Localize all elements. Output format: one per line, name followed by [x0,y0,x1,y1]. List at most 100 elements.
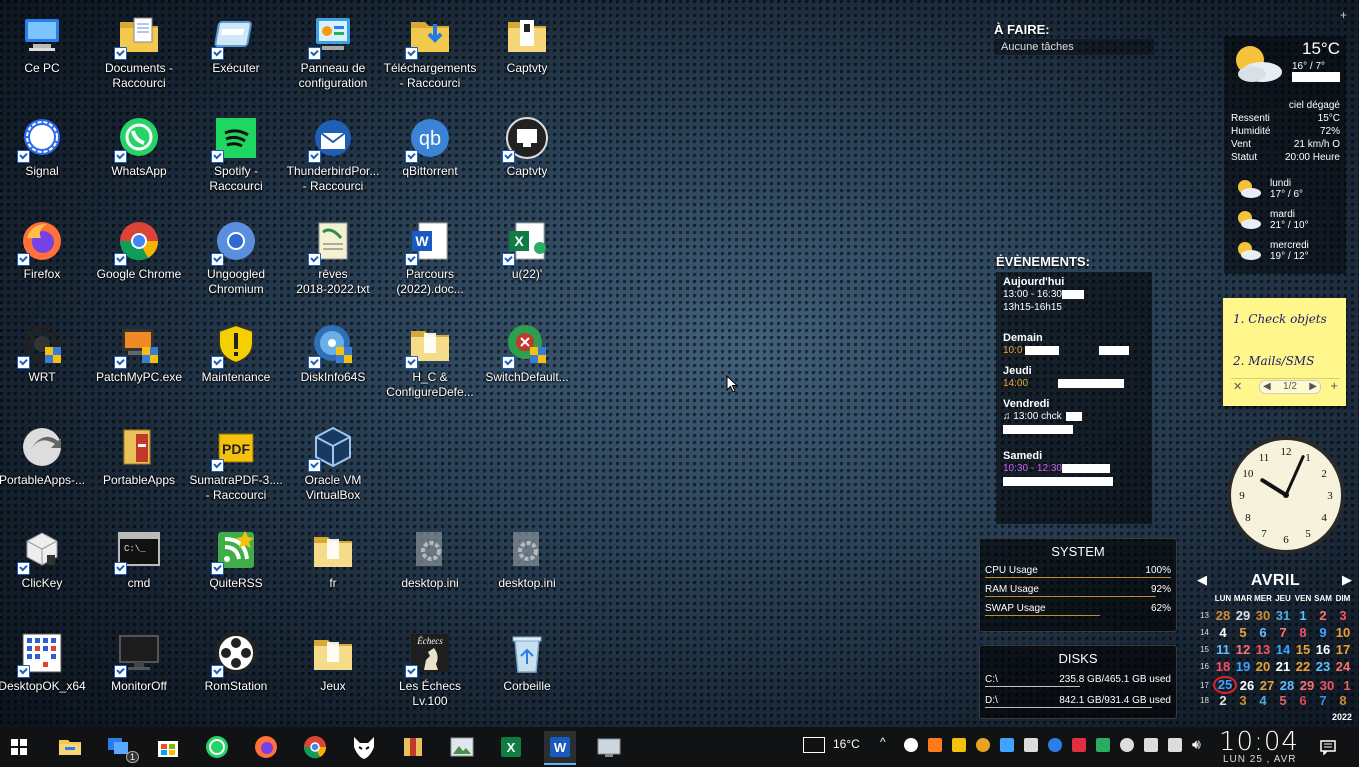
desktop-icon-cmd[interactable]: C:\_ cmd [91,521,187,621]
calendar-day[interactable]: 2 [1313,608,1333,623]
calendar-day[interactable]: 8 [1293,625,1313,640]
taskbar-clock-time[interactable]: 10:04 [1219,727,1299,757]
calendar-day[interactable]: 1 [1337,678,1357,693]
calendar-day[interactable]: 28 [1277,678,1297,693]
desktop-icon-quiterss[interactable]: QuiteRSS [188,521,284,621]
desktop-icon-recycle-bin[interactable]: Corbeille [479,624,575,724]
remote-desktop-icon[interactable] [593,731,625,763]
calendar-day[interactable]: 13 [1253,642,1273,657]
desktop-icon-downloads-folder[interactable]: Téléchargements - Raccourci [382,6,478,106]
desktop-icon-qbittorrent[interactable]: qb qBittorrent [382,109,478,209]
calendar-day[interactable]: 9 [1313,625,1333,640]
firefox-icon[interactable] [250,731,282,763]
calendar-day[interactable]: 21 [1273,659,1293,674]
close-icon[interactable]: ✕ [1233,380,1242,393]
battery-icon[interactable] [1144,738,1158,752]
desktop-icon-spotify[interactable]: Spotify - Raccourci [188,109,284,209]
grid-app-icon[interactable] [1000,738,1014,752]
news-weather-icon[interactable] [803,737,825,753]
calendar-today[interactable]: 25 [1213,676,1237,694]
calendar-day[interactable]: 24 [1333,659,1353,674]
event-line[interactable]: 13:00 - 16:30 [1003,288,1145,301]
desktop-icon-text-file[interactable]: rêves 2018-2022.txt [285,212,381,312]
shield-yellow-icon[interactable] [952,738,966,752]
word-icon[interactable]: W [544,731,576,765]
previous-icon[interactable]: ◀ [1263,381,1271,392]
add-note-icon[interactable]: + [1330,378,1338,393]
notification-center-icon[interactable] [1320,739,1336,755]
calendar-day[interactable]: 19 [1233,659,1253,674]
calendar-day[interactable]: 6 [1293,693,1313,708]
calendar-day[interactable]: 18 [1213,659,1233,674]
desktop-icon-ini-file[interactable]: desktop.ini [382,521,478,621]
event-line[interactable]: ♫ 13:00 chck [1003,410,1145,423]
network-sync-icon[interactable] [1096,738,1110,752]
desktop-icon-excel-document[interactable]: Xu(22)' [479,212,575,312]
desktop-icon-whatsapp[interactable]: WhatsApp [91,109,187,209]
chevron-up-icon[interactable]: ^ [880,735,886,749]
calendar-day[interactable]: 16 [1313,642,1333,657]
next-month-arrow-icon[interactable]: ▶ [1342,572,1352,588]
event-line[interactable]: 10:0 10 h [1003,344,1145,357]
fire-icon[interactable] [928,738,942,752]
desktop-icon-romstation[interactable]: RomStation [188,624,284,724]
calendar-day[interactable]: 17 [1333,642,1353,657]
calendar-day[interactable]: 14 [1273,642,1293,657]
desktop-icon-folder[interactable]: fr [285,521,381,621]
calendar-day[interactable]: 8 [1333,693,1353,708]
desktop-icon-chrome[interactable]: Google Chrome [91,212,187,312]
desktop-icon-diskinfo[interactable]: DiskInfo64S [285,315,381,415]
calendar-day[interactable]: 12 [1233,642,1253,657]
multi-window-icon[interactable]: 1 [103,731,139,763]
calendar-day[interactable]: 4 [1253,693,1273,708]
calendar-day[interactable]: 2 [1213,693,1233,708]
calendar-day[interactable]: 29 [1297,678,1317,693]
event-line[interactable]: 14:00 [1003,377,1145,390]
desktop-icon-monitor[interactable]: MonitorOff [91,624,187,724]
calendar-day[interactable]: 22 [1293,659,1313,674]
desktop-icon-signal[interactable]: Signal [0,109,90,209]
calendar-day[interactable]: 3 [1233,693,1253,708]
whatsapp-icon[interactable] [201,731,233,763]
security-shield-icon[interactable] [1048,738,1062,752]
calendar-day[interactable]: 7 [1273,625,1293,640]
volume-icon[interactable]: 🔊︎ [1192,736,1201,753]
desktop-icon-patchmypc[interactable]: PatchMyPC.exe [91,315,187,415]
desktop-icon-captvty-folder[interactable]: Captvty [479,6,575,106]
desktop-icon-documents-folder[interactable]: Documents - Raccourci [91,6,187,106]
calendar-day[interactable]: 30 [1317,678,1337,693]
calendar-day[interactable]: 6 [1253,625,1273,640]
desktop-icon-captvty[interactable]: Captvty [479,109,575,209]
calendar-day[interactable]: 7 [1313,693,1333,708]
calendar-day[interactable]: 20 [1253,659,1273,674]
desktop-icon-switchdefault[interactable]: SwitchDefault... [479,315,575,415]
cloud-icon[interactable] [1120,738,1134,752]
vpn-icon[interactable] [1072,738,1086,752]
calendar-day[interactable]: 27 [1257,678,1277,693]
desktop-icon-warning-shield[interactable]: Maintenance [188,315,284,415]
calendar-day[interactable]: 3 [1333,608,1353,623]
k-app-icon[interactable] [976,738,990,752]
excel-icon[interactable]: X [495,731,527,763]
add-widget-button[interactable]: + [1340,8,1347,22]
chrome-icon[interactable] [299,731,331,763]
microsoft-store-icon[interactable] [152,731,184,763]
calendar-day[interactable]: 11 [1213,642,1233,657]
taskbar-weather-temp[interactable]: 16°C [833,737,860,751]
fox-mask-icon[interactable] [348,731,380,763]
desktop-icon-desktopok[interactable]: DesktopOK_x64 [0,624,90,724]
calendar-day[interactable]: 4 [1213,625,1233,640]
desktop-icon-portableapps-setup[interactable]: PortableApps-... [0,418,90,518]
desktop-icon-virtualbox[interactable]: Oracle VM VirtualBox [285,418,381,518]
event-line[interactable]: 13h15-16h15 [1003,301,1145,314]
archive-icon[interactable] [397,731,429,763]
start-icon[interactable] [3,731,35,763]
calendar-day[interactable]: 31 [1273,608,1293,623]
calendar-day[interactable]: 26 [1237,678,1257,693]
usb-icon[interactable] [1024,738,1038,752]
globe-icon[interactable] [1168,738,1182,752]
calendar-day[interactable]: 28 [1213,608,1233,623]
sticky-note[interactable]: 1. Check objets 2. Mails/SMS ✕ ◀ 1/2 ▶ + [1223,298,1346,406]
desktop-icon-portableapps[interactable]: PortableApps [91,418,187,518]
desktop-icon-folder[interactable]: Jeux [285,624,381,724]
